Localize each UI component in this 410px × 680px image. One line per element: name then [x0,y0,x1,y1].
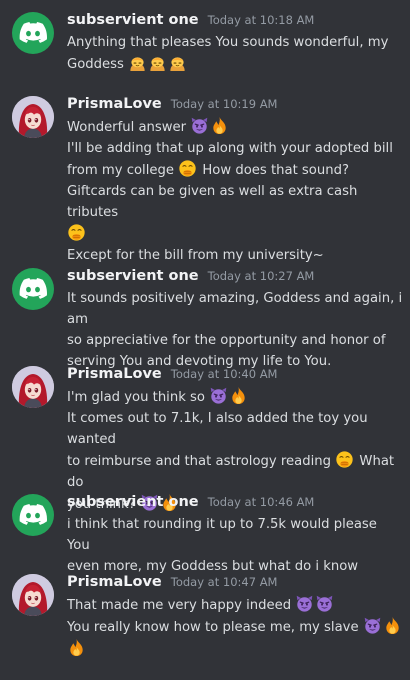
bowing-person-emoji-icon [128,53,147,72]
avatar[interactable] [12,574,54,616]
smiling-imp-emoji-icon [209,386,228,405]
message-line: I'm glad you think so [67,386,403,408]
message-line: Except for the bill from my university~ [67,248,324,263]
discord-logo-icon [19,278,47,299]
message-line: Giftcards can be given as well as extra … [67,184,358,220]
author-name[interactable]: PrismaLove [67,366,162,382]
smiling-imp-emoji-icon [190,116,209,135]
smiling-imp-emoji-icon [315,594,334,613]
avatar[interactable] [12,494,54,536]
anime-girl-avatar-icon [12,96,54,138]
hand-over-mouth-emoji-icon [67,223,86,242]
author-name[interactable]: subservient one [67,12,199,28]
bowing-person-emoji-icon [168,53,187,72]
message-line: You really know how to please me, my sla… [67,616,403,638]
message-line: so appreciative for the opportunity and … [67,333,386,348]
smiling-imp-emoji-icon [295,594,314,613]
author-name[interactable]: PrismaLove [67,574,162,590]
hand-over-mouth-emoji-icon [178,159,197,178]
avatar[interactable] [12,96,54,138]
timestamp: Today at 10:18 AM [207,13,315,27]
message-line: to reimburse and that astrology reading … [67,450,403,493]
fire-emoji-icon [67,638,86,657]
message-line: Wonderful answer [67,116,403,138]
fire-emoji-icon [383,616,402,635]
author-name[interactable]: subservient one [67,494,199,510]
avatar[interactable] [12,366,54,408]
timestamp: Today at 10:19 AM [170,97,278,111]
message-line: It sounds positively amazing, Goddess an… [67,291,403,327]
message-line [67,223,403,245]
author-name[interactable]: subservient one [67,268,199,284]
message-list: subservient one Today at 10:18 AM Anythin… [0,0,410,680]
message-line: I'll be adding that up along with your a… [67,141,393,156]
timestamp: Today at 10:46 AM [207,495,315,509]
timestamp: Today at 10:27 AM [207,269,315,283]
avatar[interactable] [12,12,54,54]
message-line [67,638,403,660]
anime-girl-avatar-icon [12,574,54,616]
timestamp: Today at 10:47 AM [170,575,278,589]
message-line: That made me very happy indeed [67,594,403,616]
message-line: i think that rounding it up to 7.5k woul… [67,517,377,553]
message-line: Anything that pleases You sounds wonderf… [67,35,389,50]
message-line: Goddess [67,53,403,75]
anime-girl-avatar-icon [12,366,54,408]
bowing-person-emoji-icon [148,53,167,72]
author-name[interactable]: PrismaLove [67,96,162,112]
hand-over-mouth-emoji-icon [335,450,354,469]
timestamp: Today at 10:40 AM [170,367,278,381]
message-line: from my college How does that sound? [67,159,403,181]
fire-emoji-icon [229,386,248,405]
discord-logo-icon [19,22,47,43]
avatar[interactable] [12,268,54,310]
fire-emoji-icon [210,116,229,135]
discord-logo-icon [19,504,47,525]
smiling-imp-emoji-icon [363,616,382,635]
message-line: It comes out to 7.1k, I also added the t… [67,411,368,447]
